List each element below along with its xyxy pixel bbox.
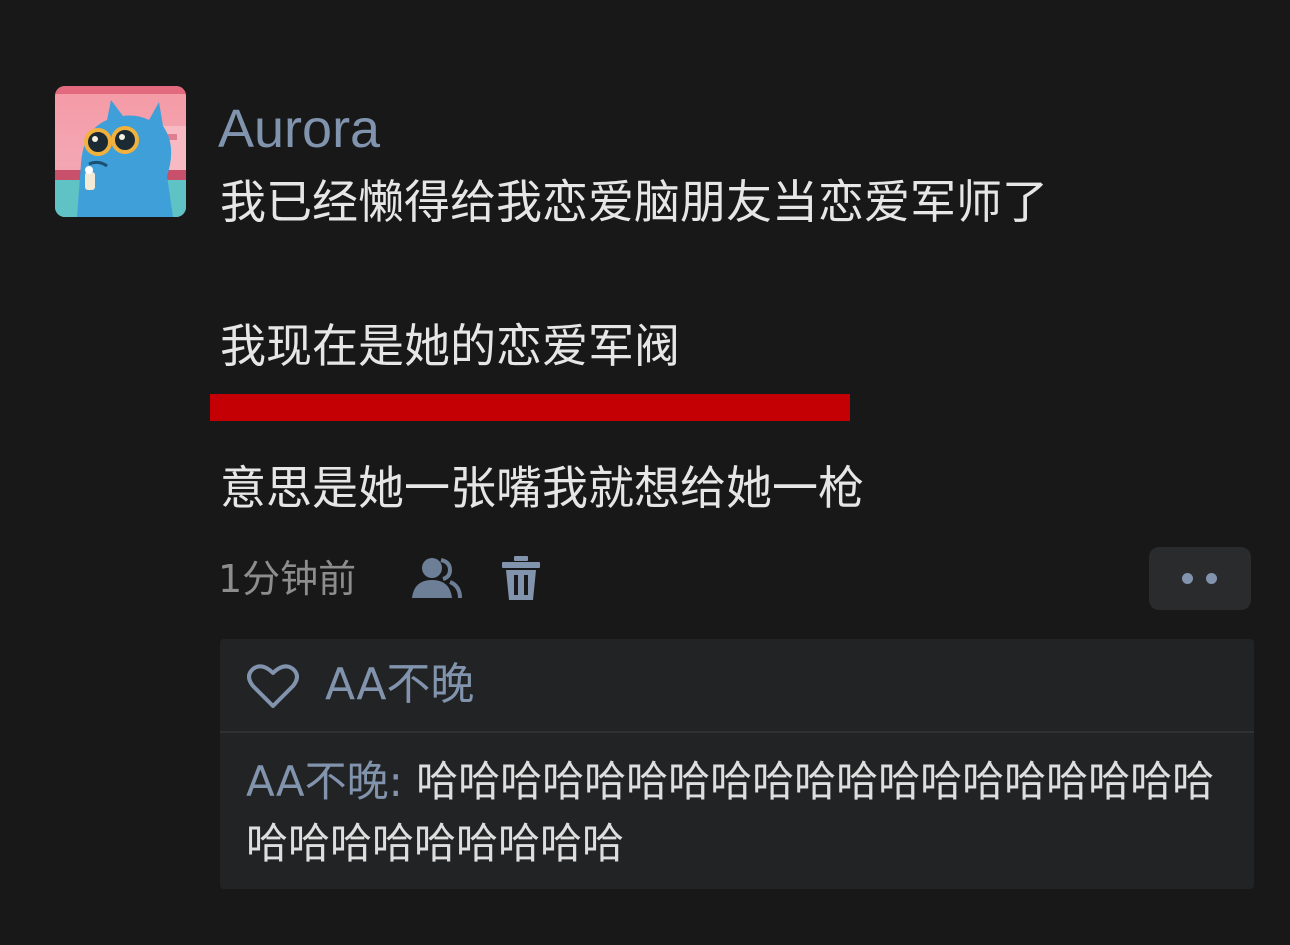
- username[interactable]: Aurora: [218, 96, 380, 162]
- avatar[interactable]: [55, 86, 186, 217]
- more-dots-icon: [1182, 573, 1193, 584]
- post-text-line: 我已经懒得给我恋爱脑朋友当恋爱军师了: [220, 175, 1048, 229]
- comment[interactable]: AA不晚: 哈哈哈哈哈哈哈哈哈哈哈哈哈哈哈哈哈哈哈哈哈哈哈哈哈哈哈哈: [246, 751, 1236, 875]
- comment-author[interactable]: AA不晚: [246, 757, 389, 806]
- comment-separator: :: [388, 757, 417, 806]
- likes-comments-panel: AA不晚 AA不晚: 哈哈哈哈哈哈哈哈哈哈哈哈哈哈哈哈哈哈哈哈哈哈哈哈哈哈哈哈: [220, 639, 1254, 889]
- post-text-line: 意思是她一张嘴我就想给她一枪: [220, 461, 864, 515]
- more-dots-icon: [1206, 573, 1217, 584]
- heart-icon: [247, 664, 299, 708]
- likes-row: AA不晚: [220, 639, 1254, 731]
- trash-icon[interactable]: [500, 554, 542, 602]
- liker-name[interactable]: AA不晚: [325, 656, 474, 714]
- avatar-image: [55, 86, 186, 217]
- post-text-line: 我现在是她的恋爱军阀: [220, 319, 680, 373]
- contacts-icon[interactable]: [410, 556, 462, 600]
- more-options-button[interactable]: [1149, 547, 1251, 610]
- red-underline-annotation: [210, 394, 850, 421]
- post-timestamp: 1分钟前: [218, 557, 357, 601]
- divider: [220, 731, 1254, 733]
